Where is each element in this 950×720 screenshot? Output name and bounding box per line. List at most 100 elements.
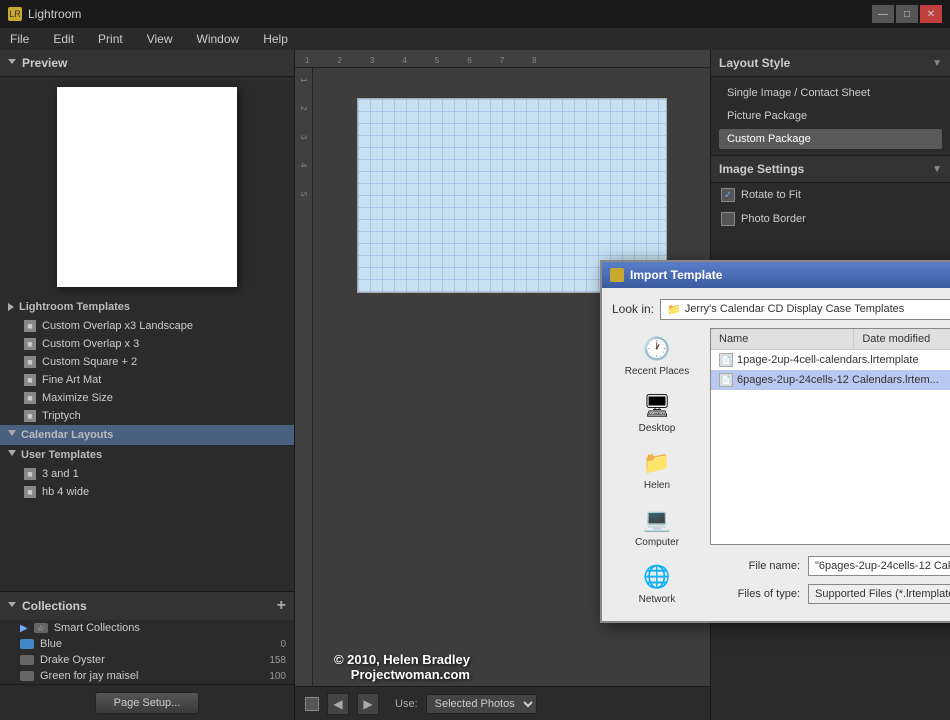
place-label: Computer — [635, 537, 679, 548]
collection-smart[interactable]: ▶ ☆ Smart Collections — [0, 620, 294, 636]
collections-collapse-arrow — [8, 602, 16, 611]
layout-option-custom[interactable]: Custom Package — [719, 129, 942, 149]
menu-print[interactable]: Print — [92, 30, 129, 48]
filetype-display: Supported Files (*.lrtemplate) — [808, 584, 950, 604]
app-title: Lightroom — [28, 7, 866, 21]
collection-count: 100 — [269, 671, 286, 682]
folder-icon: 📁 — [667, 303, 681, 316]
folder-icon: 📁 — [639, 448, 675, 478]
col-name[interactable]: Name — [711, 329, 854, 349]
group-user-templates[interactable]: User Templates — [0, 445, 294, 465]
preview-collapse-arrow — [8, 59, 16, 68]
place-label: Network — [639, 594, 676, 605]
menu-edit[interactable]: Edit — [47, 30, 80, 48]
page-setup-button[interactable]: Page Setup... — [95, 692, 200, 714]
filename-label: File name: — [710, 560, 800, 572]
menu-file[interactable]: File — [4, 30, 35, 48]
layout-option-picture[interactable]: Picture Package — [719, 106, 942, 126]
template-custom-square[interactable]: ■ Custom Square + 2 — [0, 353, 294, 371]
template-3-and-1[interactable]: ■ 3 and 1 — [0, 465, 294, 483]
smart-collection-icon: ☆ — [34, 623, 48, 633]
photo-border-checkbox[interactable] — [721, 212, 735, 226]
template-maximize-size[interactable]: ■ Maximize Size — [0, 389, 294, 407]
file-name-2: 6pages-2up-24cells-12 Calendars.lrtem... — [737, 374, 950, 386]
template-list: Lightroom Templates ■ Custom Overlap x3 … — [0, 297, 294, 591]
file-list-area: Name Date modified Type Size 📄 1page-2up… — [710, 328, 950, 545]
template-doc-icon: ■ — [24, 374, 36, 386]
place-helen[interactable]: 📁 Helen — [617, 442, 697, 497]
template-hb-4-wide[interactable]: ■ hb 4 wide — [0, 483, 294, 501]
template-name: Triptych — [42, 410, 81, 422]
group-calendar-layouts[interactable]: Calendar Layouts — [0, 425, 294, 445]
template-doc-icon: ■ — [24, 410, 36, 422]
title-bar: LR Lightroom — □ ✕ — [0, 0, 950, 28]
menu-bar: File Edit Print View Window Help — [0, 28, 950, 50]
collection-drake[interactable]: Drake Oyster 158 — [0, 652, 294, 668]
place-network[interactable]: 🌐 Network — [617, 556, 697, 611]
place-desktop[interactable]: 🖥 Desktop — [617, 385, 697, 440]
network-icon: 🌐 — [639, 562, 675, 592]
look-in-value: Jerry's Calendar CD Display Case Templat… — [685, 303, 905, 315]
template-doc-icon: ■ — [24, 392, 36, 404]
recent-icon: 🕐 — [639, 334, 675, 364]
filename-input[interactable] — [808, 556, 950, 576]
template-doc-icon: ■ — [24, 486, 36, 498]
place-label: Helen — [644, 480, 670, 491]
collection-name: Smart Collections — [54, 622, 140, 634]
dialog-title-icon — [610, 268, 624, 282]
template-custom-overlap-landscape[interactable]: ■ Custom Overlap x3 Landscape — [0, 317, 294, 335]
layout-style-collapse[interactable]: ▼ — [932, 58, 942, 69]
template-name: 3 and 1 — [42, 468, 79, 480]
template-name: Fine Art Mat — [42, 374, 101, 386]
template-fine-art-mat[interactable]: ■ Fine Art Mat — [0, 371, 294, 389]
sidebar-places: 🕐 Recent Places 🖥 Desktop 📁 Helen — [612, 328, 702, 611]
template-name: Maximize Size — [42, 392, 113, 404]
app-icon: LR — [8, 7, 22, 21]
group-lightroom-templates[interactable]: Lightroom Templates — [0, 297, 294, 317]
preview-section-header[interactable]: Preview — [0, 50, 294, 77]
file-row-2[interactable]: 📄 6pages-2up-24cells-12 Calendars.lrtem.… — [711, 370, 950, 390]
look-in-label: Look in: — [612, 302, 654, 316]
place-recent[interactable]: 🕐 Recent Places — [617, 328, 697, 383]
dialog-overlay: Import Template ✕ Look in: 📁 Jerry's Cal… — [295, 50, 710, 720]
maximize-button[interactable]: □ — [896, 5, 918, 23]
group-label-lightroom: Lightroom Templates — [19, 301, 130, 313]
group-label-user: User Templates — [21, 449, 102, 461]
place-computer[interactable]: 💻 Computer — [617, 499, 697, 554]
minimize-button[interactable]: — — [872, 5, 894, 23]
filetype-value: Supported Files (*.lrtemplate) — [815, 588, 950, 600]
menu-view[interactable]: View — [141, 30, 179, 48]
layout-style-header: Layout Style ▼ — [711, 50, 950, 77]
rotate-to-fit-label: Rotate to Fit — [741, 189, 801, 201]
file-list-container: Name Date modified Type Size 📄 1page-2up… — [710, 328, 950, 611]
preview-area — [0, 77, 294, 297]
group-label-calendar: Calendar Layouts — [21, 429, 113, 441]
dialog-body: Look in: 📁 Jerry's Calendar CD Display C… — [602, 288, 950, 621]
add-collection-button[interactable]: + — [277, 597, 286, 615]
left-panel: Preview Lightroom Templates ■ Custom Ove… — [0, 50, 295, 720]
rotate-to-fit-checkbox[interactable] — [721, 188, 735, 202]
collection-green[interactable]: Green for jay maisel 100 — [0, 668, 294, 684]
menu-help[interactable]: Help — [257, 30, 294, 48]
menu-window[interactable]: Window — [191, 30, 246, 48]
collection-blue[interactable]: Blue 0 — [0, 636, 294, 652]
template-custom-overlap[interactable]: ■ Custom Overlap x 3 — [0, 335, 294, 353]
collection-name: Blue — [40, 638, 62, 650]
collection-count: 158 — [269, 655, 286, 666]
look-in-select[interactable]: 📁 Jerry's Calendar CD Display Case Templ… — [660, 299, 950, 320]
close-button[interactable]: ✕ — [920, 5, 942, 23]
image-settings-collapse[interactable]: ▼ — [932, 164, 942, 175]
layout-option-single[interactable]: Single Image / Contact Sheet — [719, 83, 942, 103]
collection-icon — [20, 639, 34, 649]
photo-border-label: Photo Border — [741, 213, 806, 225]
col-date[interactable]: Date modified — [854, 329, 950, 349]
filetype-row: Files of type: Supported Files (*.lrtemp… — [710, 583, 950, 605]
file-row-1[interactable]: 📄 1page-2up-4cell-calendars.lrtemplate — [711, 350, 950, 370]
desktop-icon: 🖥 — [639, 391, 675, 421]
filetype-label: Files of type: — [710, 588, 800, 600]
computer-icon: 💻 — [639, 505, 675, 535]
template-doc-icon: ■ — [24, 320, 36, 332]
template-triptych[interactable]: ■ Triptych — [0, 407, 294, 425]
template-name: hb 4 wide — [42, 486, 89, 498]
template-name: Custom Overlap x3 Landscape — [42, 320, 193, 332]
